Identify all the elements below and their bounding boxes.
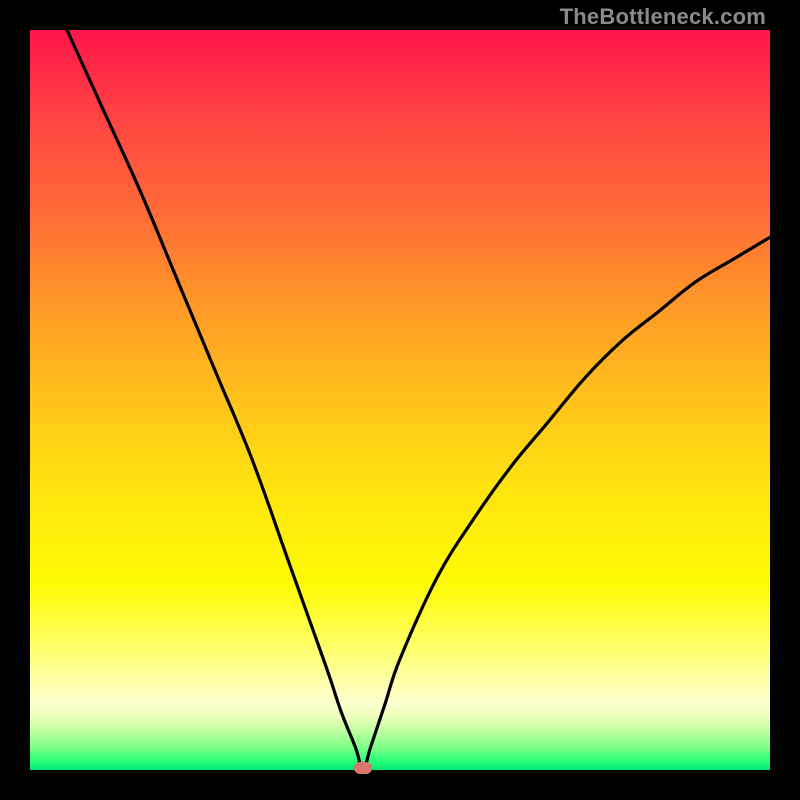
bottleneck-curve [30, 30, 770, 770]
optimal-point-marker [354, 762, 372, 774]
watermark-text: TheBottleneck.com [560, 4, 766, 30]
chart-plot-area [30, 30, 770, 770]
